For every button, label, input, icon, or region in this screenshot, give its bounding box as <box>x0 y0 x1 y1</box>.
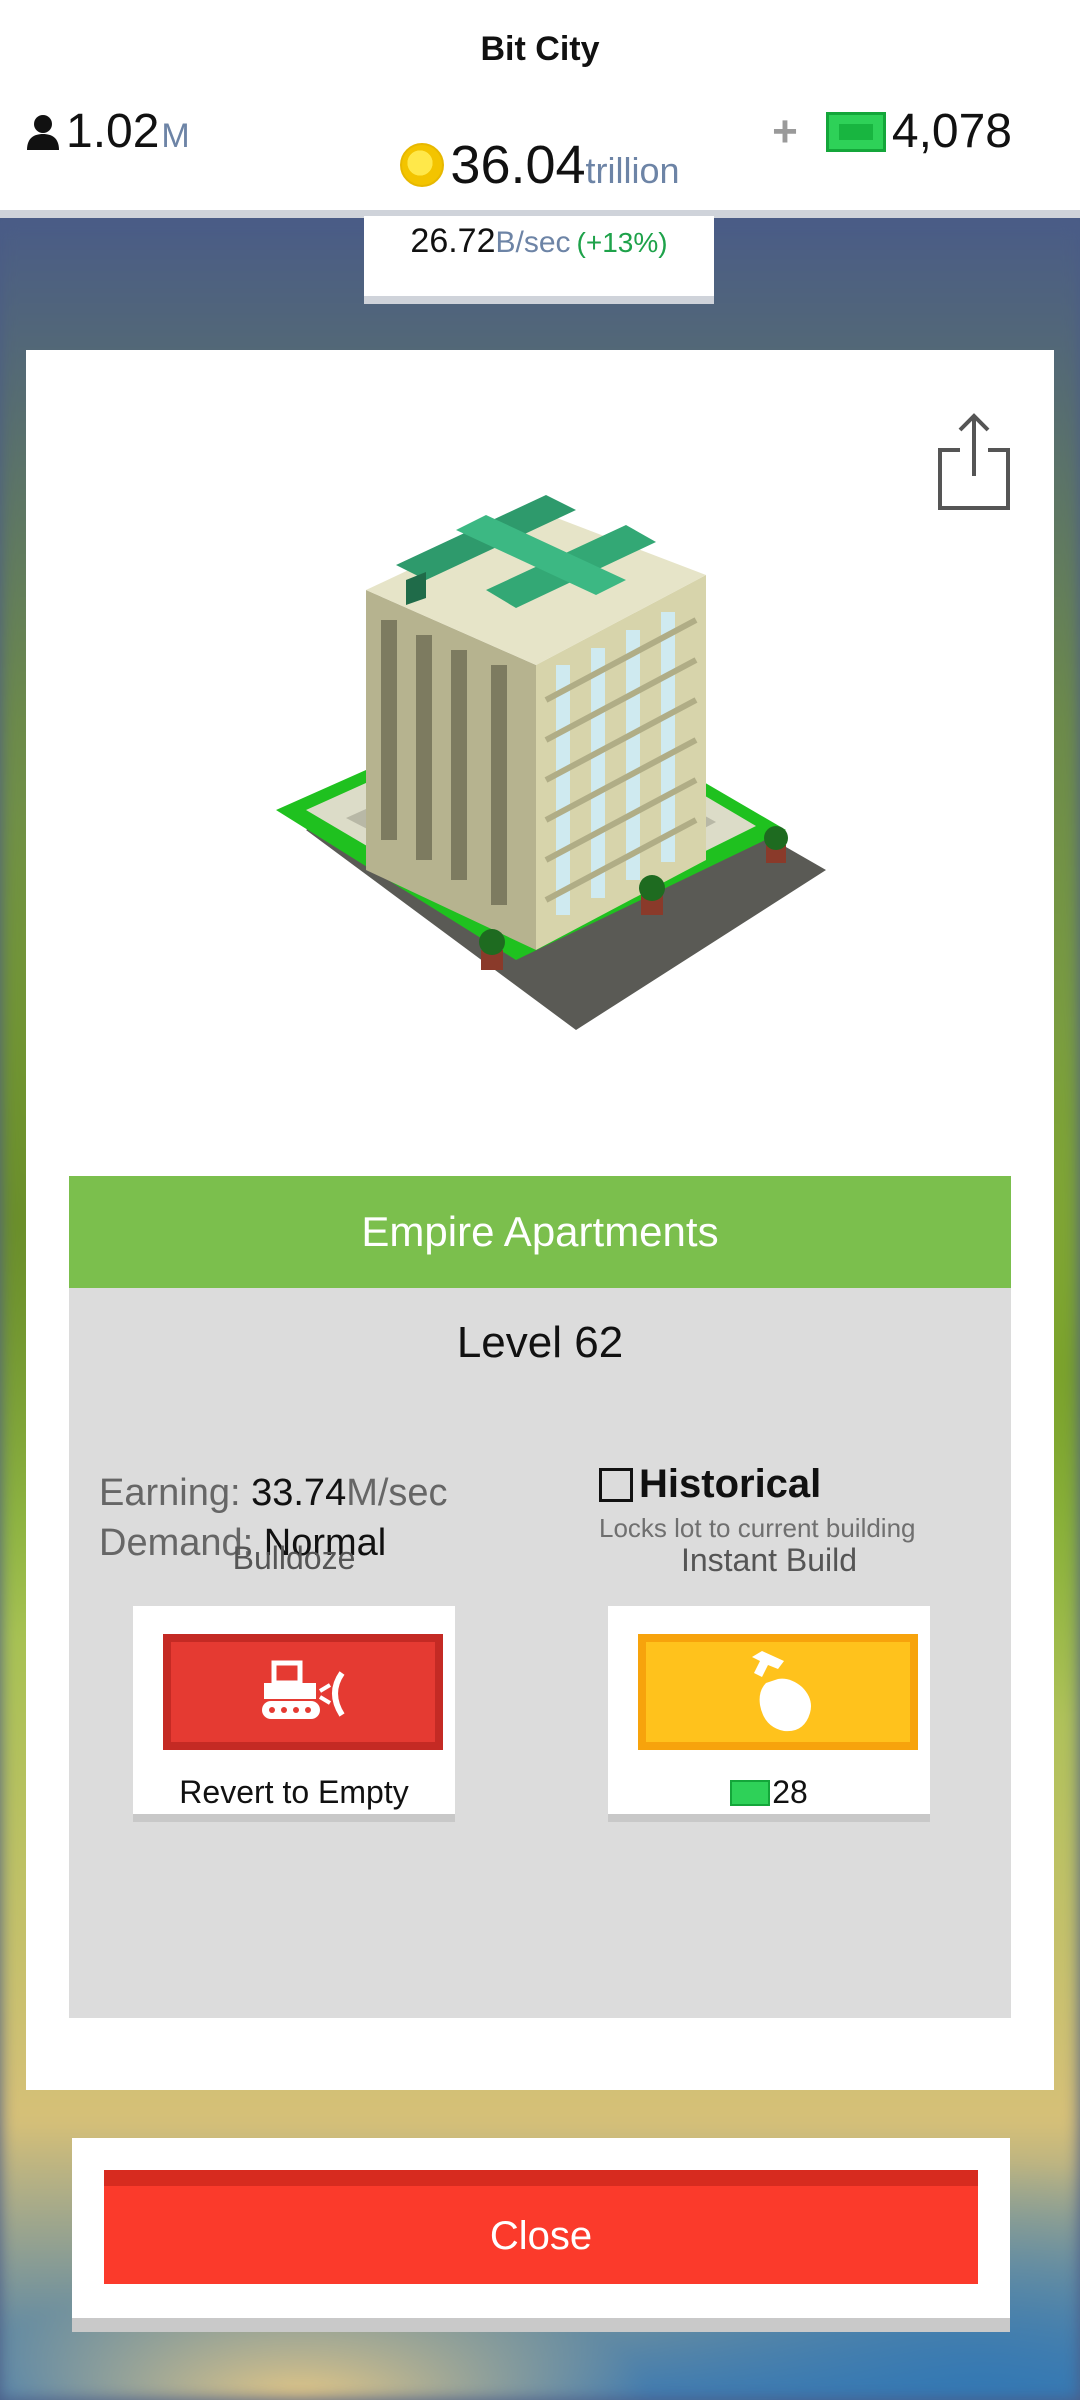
top-status-bar: Bit City 1.02 M 36.04trillion + 4,078 <box>0 0 1080 218</box>
historical-toggle[interactable]: Historical Locks lot to current building <box>599 1462 959 1544</box>
bulldoze-caption: Revert to Empty <box>179 1774 409 1810</box>
building-name: Empire Apartments <box>69 1176 1011 1288</box>
rate-unit: B/sec <box>495 226 571 259</box>
bulldoze-card: Revert to Empty <box>133 1606 455 1814</box>
historical-description: Locks lot to current building <box>599 1513 916 1543</box>
add-cash-button[interactable]: + <box>772 107 798 157</box>
rate-bonus: (+13%) <box>576 227 668 258</box>
instant-build-label: Instant Build <box>680 1542 858 1578</box>
app-title: Bit City <box>480 30 600 68</box>
money-unit: trillion <box>585 150 680 191</box>
bulldozer-icon <box>262 1660 345 1719</box>
coin-icon <box>400 143 445 187</box>
bulldoze-button[interactable] <box>163 1634 443 1750</box>
instant-build-cost-value: 28 <box>772 1774 808 1810</box>
cash-counter[interactable]: + 4,078 <box>772 104 1012 159</box>
income-rate-tab: 26.72B/sec (+13%) <box>364 216 714 304</box>
historical-label: Historical <box>639 1462 822 1506</box>
close-button[interactable]: Close <box>104 2170 978 2284</box>
building-illustration <box>276 495 826 1030</box>
bill-icon <box>730 1779 771 1806</box>
building-level: Level 62 <box>456 1318 624 1367</box>
instant-build-button[interactable] <box>638 1634 918 1750</box>
close-button-frame: Close <box>72 2138 1010 2318</box>
earning-label: Earning: <box>99 1472 241 1514</box>
hammer-hand-icon <box>752 1651 811 1732</box>
historical-checkbox[interactable] <box>599 1467 633 1502</box>
money-value: 36.04 <box>450 135 586 195</box>
earning-value: 33.74 <box>251 1472 347 1514</box>
instant-build-card: 28 <box>608 1606 930 1814</box>
instant-build-cost: 28 <box>608 1774 930 1811</box>
rate-value: 26.72 <box>410 222 496 260</box>
earning-unit: M/sec <box>346 1472 448 1514</box>
bulldoze-label: Bulldoze <box>232 1540 356 1576</box>
bill-icon <box>825 111 886 152</box>
building-detail-panel: Empire Apartments Level 62 Earning: 33.7… <box>26 350 1054 2090</box>
building-info-section: Level 62 Earning: 33.74M/sec Demand: Nor… <box>69 1288 1011 2018</box>
cash-value: 4,078 <box>891 105 1012 158</box>
share-icon[interactable] <box>936 410 1012 510</box>
